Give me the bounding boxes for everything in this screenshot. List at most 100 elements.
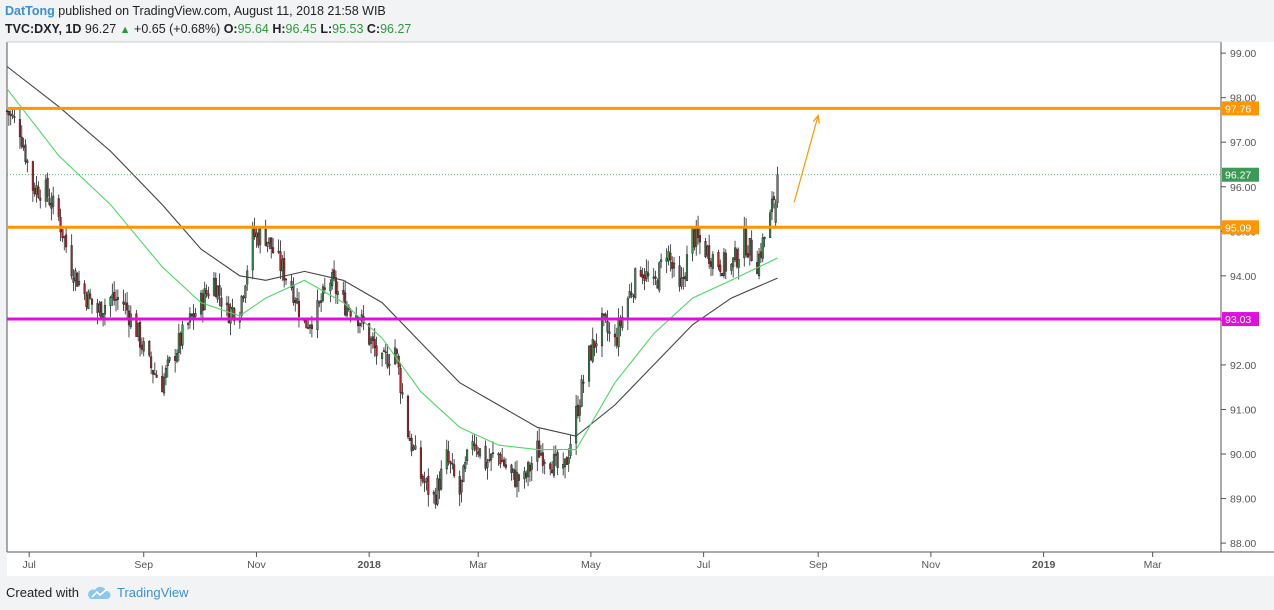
candle-body xyxy=(464,461,467,469)
candle-body xyxy=(61,229,64,238)
candle-body xyxy=(595,343,598,347)
candle-body xyxy=(737,258,740,268)
candle-body xyxy=(122,301,125,305)
x-tick-label: Sep xyxy=(134,559,153,571)
candle-body xyxy=(90,298,94,305)
candle-body xyxy=(425,478,428,482)
candle-body xyxy=(667,251,670,262)
candle-body xyxy=(266,241,269,247)
candle-body xyxy=(39,197,42,201)
candle-body xyxy=(626,298,629,321)
candle-body xyxy=(608,331,611,334)
candle-body xyxy=(231,306,234,310)
candle-body xyxy=(445,449,448,470)
candle-body xyxy=(205,290,208,295)
candle-body xyxy=(37,186,40,198)
candle-body xyxy=(684,276,687,280)
candle-body xyxy=(358,323,361,327)
candle-body xyxy=(499,454,502,465)
candle-body xyxy=(264,228,267,246)
candle-body xyxy=(59,216,62,233)
candle-body xyxy=(634,268,637,298)
candle-body xyxy=(488,459,491,462)
candle-body xyxy=(503,459,506,466)
candle-body xyxy=(277,250,280,253)
candle-body xyxy=(114,299,118,301)
candle-body xyxy=(78,281,81,285)
candle-body xyxy=(151,370,155,375)
candle-body xyxy=(57,198,60,217)
candle-body xyxy=(772,196,775,201)
y-tick-label: 94.00 xyxy=(1230,271,1256,283)
tradingview-link[interactable]: TradingView xyxy=(117,585,189,600)
y-tick-label: 92.00 xyxy=(1230,360,1256,372)
candle-body xyxy=(763,237,766,240)
candle-body xyxy=(665,257,668,262)
candle-body xyxy=(421,475,424,482)
candle-body xyxy=(551,469,554,474)
candle-body xyxy=(576,404,580,416)
candle-body xyxy=(730,264,733,271)
candle-body xyxy=(567,457,570,464)
candle-body xyxy=(630,292,633,296)
candle-body xyxy=(297,301,301,317)
candle-body xyxy=(24,144,27,162)
candle-body xyxy=(698,235,701,243)
candle-body xyxy=(774,203,777,223)
candle-body xyxy=(63,236,66,239)
created-with-label: Created with xyxy=(6,585,79,600)
candle-body xyxy=(685,254,689,282)
candle-body xyxy=(593,340,596,348)
candle-body xyxy=(743,228,746,259)
candle-body xyxy=(423,481,426,483)
candle-body xyxy=(268,237,271,244)
candle-body xyxy=(462,465,465,483)
candle-body xyxy=(270,237,273,249)
candle-body xyxy=(491,452,495,455)
candle-body xyxy=(438,479,441,491)
candle-body xyxy=(384,351,387,354)
candle-body xyxy=(473,443,476,446)
candle-body xyxy=(26,160,29,163)
candle-body xyxy=(419,447,422,479)
candle-body xyxy=(759,251,762,258)
x-tick-label: Nov xyxy=(922,559,941,571)
candle-body xyxy=(331,272,334,286)
candle-body xyxy=(50,202,53,209)
candle-body xyxy=(87,291,90,310)
candle-body xyxy=(292,284,295,303)
candle-body xyxy=(776,174,779,204)
candle-body xyxy=(349,311,352,317)
candle-body xyxy=(48,197,51,205)
candle-body xyxy=(85,294,88,308)
candle-body xyxy=(109,297,112,306)
candle-body xyxy=(536,440,539,462)
candle-body xyxy=(606,320,609,333)
candle-body xyxy=(660,259,663,263)
candle-body xyxy=(414,445,417,450)
candle-body xyxy=(682,277,685,279)
candle-body xyxy=(471,441,474,450)
candle-body xyxy=(724,252,727,272)
candle-body xyxy=(490,453,493,461)
x-tick-label: Mar xyxy=(1144,559,1163,571)
candle-body xyxy=(514,469,517,487)
candle-body xyxy=(103,305,106,315)
price-chart[interactable]: 99.0098.0097.0096.0095.0094.0093.0092.00… xyxy=(0,0,1274,580)
candle-body xyxy=(578,405,581,416)
candle-body xyxy=(163,377,166,394)
level-price-label: 93.03 xyxy=(1225,314,1251,326)
candle-body xyxy=(523,471,526,480)
candle-body xyxy=(373,339,376,349)
candle-body xyxy=(704,241,707,257)
candle-body xyxy=(769,212,772,238)
candle-body xyxy=(475,444,478,451)
candle-body xyxy=(711,254,714,269)
candle-body xyxy=(748,238,751,256)
candle-body xyxy=(166,359,169,366)
candle-body xyxy=(460,479,463,493)
candle-body xyxy=(320,300,323,303)
candle-body xyxy=(412,446,415,450)
candle-body xyxy=(602,313,605,316)
candle-body xyxy=(76,272,79,287)
